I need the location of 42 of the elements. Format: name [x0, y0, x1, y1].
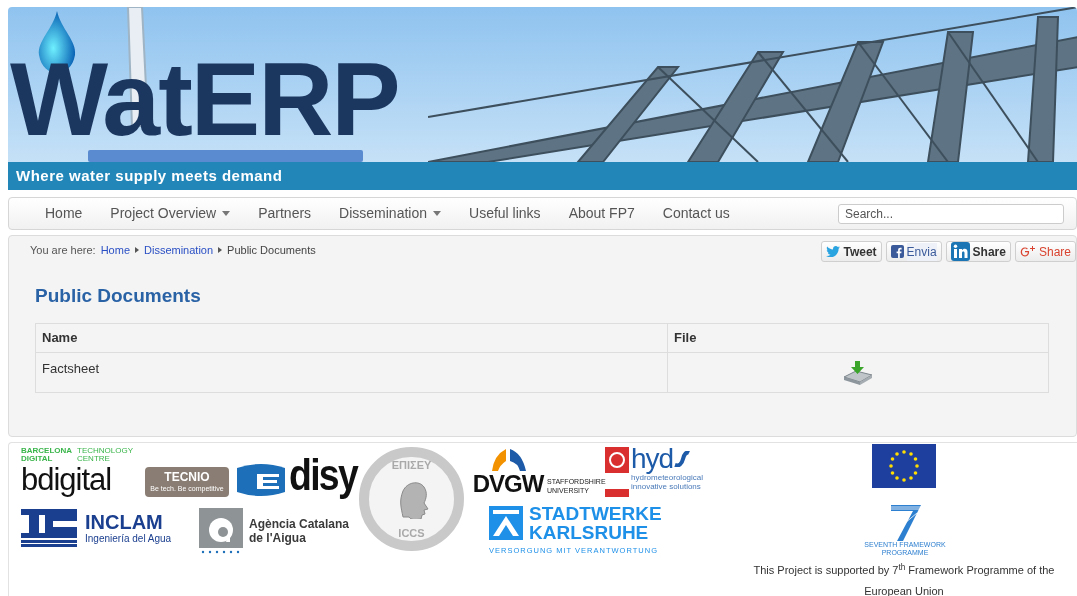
facebook-icon — [890, 245, 904, 258]
roof-emblem-icon — [489, 506, 523, 540]
partner-logo[interactable]: disy — [289, 453, 358, 499]
partner-logo[interactable]: DVGW — [468, 447, 548, 497]
share-button[interactable]: Envia — [885, 241, 942, 262]
breadcrumb-separator-icon — [135, 247, 139, 254]
share-button[interactable]: Share — [945, 241, 1011, 262]
breadcrumb-link[interactable]: Dissemination — [144, 242, 214, 259]
partner-logo[interactable]: hyd hydrometeorological innovative solutions — [631, 445, 704, 491]
breadcrumb-separator-icon — [218, 247, 223, 254]
twitter-bird-icon — [826, 246, 841, 257]
nav-link[interactable]: Home — [31, 198, 97, 229]
page-title: Public Documents — [35, 284, 201, 308]
nav-link[interactable]: Contact us — [648, 198, 744, 229]
linkedin-icon — [950, 242, 970, 261]
water-agency-emblem-icon — [199, 508, 243, 554]
partner-logo[interactable]: INCLAM Ingeniería del Agua — [21, 508, 172, 548]
column-header: File — [667, 323, 1049, 353]
partner-logo[interactable]: BARCELONA DIGITAL TECHNOLOGY CENTRE bdigital — [21, 447, 139, 499]
download-icon[interactable] — [842, 360, 874, 385]
column-header: Name — [35, 323, 668, 353]
nav-link[interactable]: Project Overview — [96, 198, 245, 229]
nav-link[interactable]: Partners — [244, 198, 326, 229]
breadcrumb-label: You are here: — [30, 243, 96, 258]
crest-icon — [605, 447, 629, 497]
eu-flag-icon — [872, 444, 936, 488]
partner-logo[interactable]: Agència Catalana de l'Aigua — [199, 508, 350, 554]
google-plus-icon — [1019, 244, 1036, 259]
site-logo[interactable]: WatERP — [10, 47, 399, 151]
breadcrumb-current: Public Documents — [227, 243, 316, 258]
nav-link[interactable]: About FP7 — [554, 198, 649, 229]
nav-link[interactable]: Useful links — [455, 198, 555, 229]
share-button[interactable]: Share — [1014, 241, 1076, 262]
share-button[interactable]: Tweet — [821, 241, 882, 262]
tagline: Where water supply meets demand — [16, 165, 283, 186]
inclam-emblem-icon — [21, 509, 77, 547]
wave-s-icon — [673, 451, 692, 467]
table-cell: Factsheet — [35, 352, 668, 393]
e-emblem-icon — [235, 464, 287, 496]
nav-link[interactable]: Dissemination — [325, 198, 456, 229]
search-field[interactable]: Search... — [838, 204, 1064, 224]
breadcrumb-link[interactable]: Home — [100, 242, 130, 259]
